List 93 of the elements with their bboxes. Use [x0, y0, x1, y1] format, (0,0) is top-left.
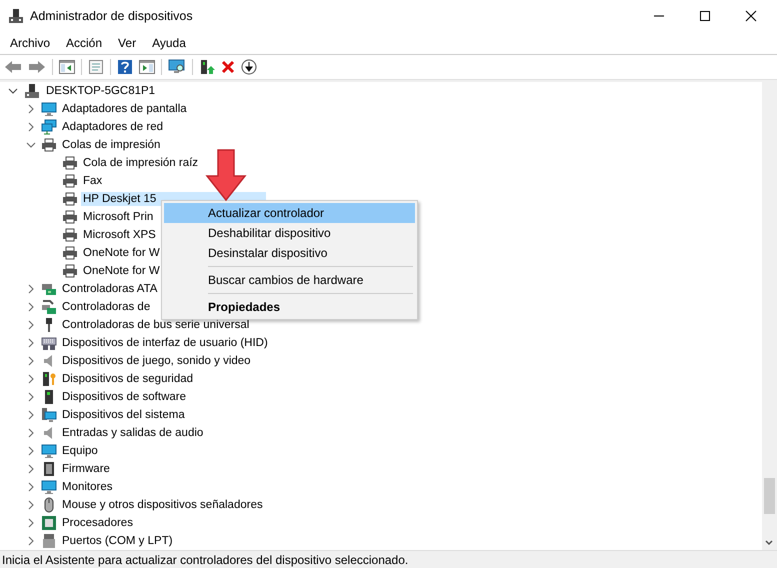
menu-item[interactable]: Ayuda [144, 36, 194, 50]
monitor-scan-icon[interactable] [168, 59, 186, 75]
chevron-right-icon[interactable] [26, 500, 36, 510]
key-device-icon [41, 371, 57, 387]
chevron-right-icon[interactable] [26, 482, 36, 492]
tree-item[interactable]: Monitores [60, 480, 114, 494]
context-menu-item[interactable]: Deshabilitar dispositivo [164, 223, 415, 243]
help-icon[interactable] [117, 59, 133, 75]
chevron-right-icon[interactable] [26, 410, 36, 420]
chevron-right-icon[interactable] [26, 104, 36, 114]
tree-item[interactable]: OneNote for W [81, 264, 162, 278]
printer-icon [62, 209, 78, 225]
monitor-icon [41, 443, 57, 459]
action-pane-icon[interactable] [139, 60, 155, 74]
back-icon[interactable] [4, 60, 22, 74]
update-driver-icon[interactable] [199, 59, 215, 75]
chevron-right-icon[interactable] [26, 284, 36, 294]
printer-icon [41, 137, 57, 153]
printer-icon [62, 263, 78, 279]
menu-item[interactable]: Ver [110, 36, 144, 50]
chevron-right-icon[interactable] [26, 428, 36, 438]
tree-item[interactable]: Microsoft Prin [81, 210, 156, 224]
network-icon [41, 119, 57, 135]
tree-item[interactable]: Controladoras ATA [60, 282, 160, 296]
tree-item[interactable]: Adaptadores de red [60, 120, 166, 134]
status-text: Inicia el Asistente para actualizar controladores del dispositivo seleccionado. [2, 552, 408, 566]
printer-icon [62, 155, 78, 171]
tree-item[interactable]: Dispositivos de interfaz de usuario (HID) [60, 336, 270, 350]
controller-card-icon [41, 281, 57, 297]
tree-item[interactable]: Dispositivos de juego, sonido y video [60, 354, 253, 368]
tree-item[interactable]: Entradas y salidas de audio [60, 426, 206, 440]
window-title: Administrador de dispositivos [30, 9, 193, 23]
tree-item[interactable]: Fax [81, 174, 104, 188]
tree-item[interactable]: Puertos (COM y LPT) [60, 534, 175, 548]
tree-item[interactable]: Adaptadores de pantalla [60, 102, 189, 116]
context-menu-item[interactable]: Actualizar controlador [164, 203, 415, 223]
printer-icon [62, 191, 78, 207]
system-devices-icon [41, 407, 57, 423]
tree-item[interactable]: Dispositivos del sistema [60, 408, 187, 422]
chevron-down-icon[interactable] [26, 140, 36, 150]
context-menu-item[interactable]: Propiedades [164, 297, 415, 317]
tree-item[interactable]: Mouse y otros dispositivos señaladores [60, 498, 265, 512]
app-icon [8, 8, 24, 24]
tree-item[interactable]: Dispositivos de software [60, 390, 188, 404]
tree-item[interactable]: Controladoras de [60, 300, 152, 314]
maximize-icon[interactable] [699, 10, 711, 22]
printer-icon [62, 245, 78, 261]
tree-item[interactable]: Microsoft XPS [81, 228, 158, 242]
forward-icon[interactable] [28, 60, 46, 74]
chevron-right-icon[interactable] [26, 392, 36, 402]
tree-item[interactable]: DESKTOP-5GC81P1 [44, 84, 158, 98]
disable-icon[interactable] [241, 59, 257, 75]
keyboard-icon [41, 335, 57, 351]
context-menu-item[interactable]: Desinstalar dispositivo [164, 243, 415, 263]
menu-item[interactable]: Acción [58, 36, 110, 50]
port-icon [41, 533, 57, 549]
chevron-right-icon[interactable] [26, 446, 36, 456]
tree-item[interactable]: OneNote for W [81, 246, 162, 260]
tree-item[interactable]: Firmware [60, 462, 112, 476]
tree-item[interactable]: Equipo [60, 444, 100, 458]
context-menu-item[interactable]: Buscar cambios de hardware [164, 270, 415, 290]
chevron-right-icon[interactable] [26, 374, 36, 384]
tree-item[interactable]: Colas de impresión [60, 138, 162, 152]
chevron-right-icon[interactable] [26, 302, 36, 312]
printer-icon [62, 227, 78, 243]
scroll-down-icon[interactable] [765, 540, 773, 546]
console-tree-icon[interactable] [59, 60, 75, 74]
chevron-right-icon[interactable] [26, 320, 36, 330]
monitor-icon [41, 479, 57, 495]
tree-item[interactable]: Dispositivos de seguridad [60, 372, 196, 386]
scrollbar-thumb[interactable] [764, 478, 775, 514]
scrollbar[interactable] [762, 82, 777, 550]
tree-item[interactable]: Controladoras de bus serie universal [60, 318, 252, 332]
chevron-right-icon[interactable] [26, 518, 36, 528]
storage-controller-icon [41, 299, 57, 315]
computer-icon [24, 83, 40, 99]
monitor-icon [41, 101, 57, 117]
memory-chip-icon [41, 461, 57, 477]
tree-item[interactable]: Procesadores [60, 516, 135, 530]
properties-icon[interactable] [88, 59, 104, 75]
pointer-arrow [204, 148, 248, 202]
chevron-right-icon[interactable] [26, 536, 36, 546]
close-icon[interactable] [745, 10, 757, 22]
chevron-right-icon[interactable] [26, 338, 36, 348]
processor-icon [41, 515, 57, 531]
chevron-right-icon[interactable] [26, 356, 36, 366]
chevron-down-icon[interactable] [8, 86, 18, 96]
chevron-right-icon[interactable] [26, 122, 36, 132]
printer-icon [62, 173, 78, 189]
menu-item[interactable]: Archivo [2, 36, 58, 50]
tree-item[interactable]: Cola de impresión raíz [81, 156, 200, 170]
chevron-right-icon[interactable] [26, 464, 36, 474]
uninstall-icon[interactable] [221, 60, 235, 74]
